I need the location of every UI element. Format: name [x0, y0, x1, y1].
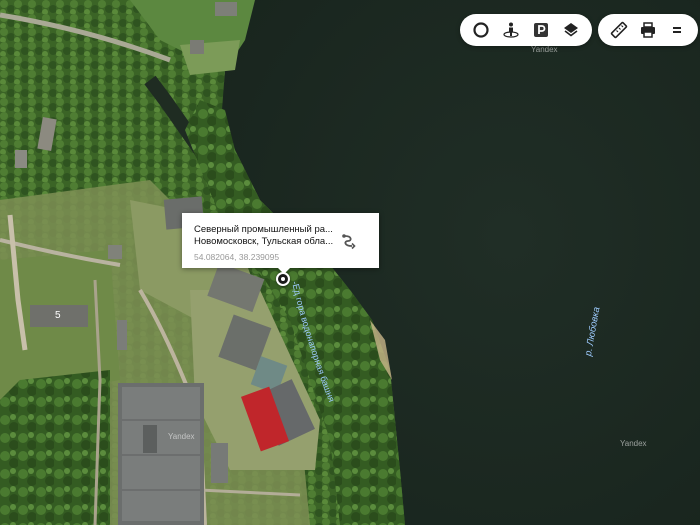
route-icon[interactable]	[340, 232, 358, 250]
menu-icon	[673, 27, 682, 33]
map-toolbar-layers	[460, 14, 592, 46]
ruler-button[interactable]	[604, 14, 633, 46]
yandex-watermark: Yandex	[168, 432, 195, 441]
yandex-watermark: Yandex	[620, 439, 647, 448]
popup-address-line1: Северный промышленный ра...	[194, 224, 333, 235]
building-number: 5	[55, 310, 61, 321]
yandex-watermark: Yandex	[531, 45, 558, 54]
parking-icon	[534, 23, 548, 37]
popup-coordinates[interactable]: 54.082064, 38.239095	[194, 252, 279, 262]
location-marker[interactable]	[276, 272, 290, 286]
ruler-icon	[610, 21, 627, 39]
print-button[interactable]	[633, 14, 662, 46]
print-icon	[640, 22, 655, 38]
parking-button[interactable]	[526, 14, 556, 46]
popup-tail	[278, 268, 290, 274]
satellite-map[interactable]: -Ед гора водонапорная башня р. Любовка 5…	[0, 0, 700, 525]
menu-button[interactable]	[663, 14, 692, 46]
traffic-icon	[473, 22, 489, 38]
layers-button[interactable]	[556, 14, 586, 46]
panorama-button[interactable]	[496, 14, 526, 46]
traffic-button[interactable]	[466, 14, 496, 46]
panorama-icon	[503, 22, 519, 38]
layers-icon	[564, 23, 578, 37]
location-popup: Северный промышленный ра... Новомосковск…	[182, 213, 379, 274]
map-toolbar-tools	[598, 14, 698, 46]
popup-address-line2: Новомосковск, Тульская обла...	[194, 236, 334, 247]
